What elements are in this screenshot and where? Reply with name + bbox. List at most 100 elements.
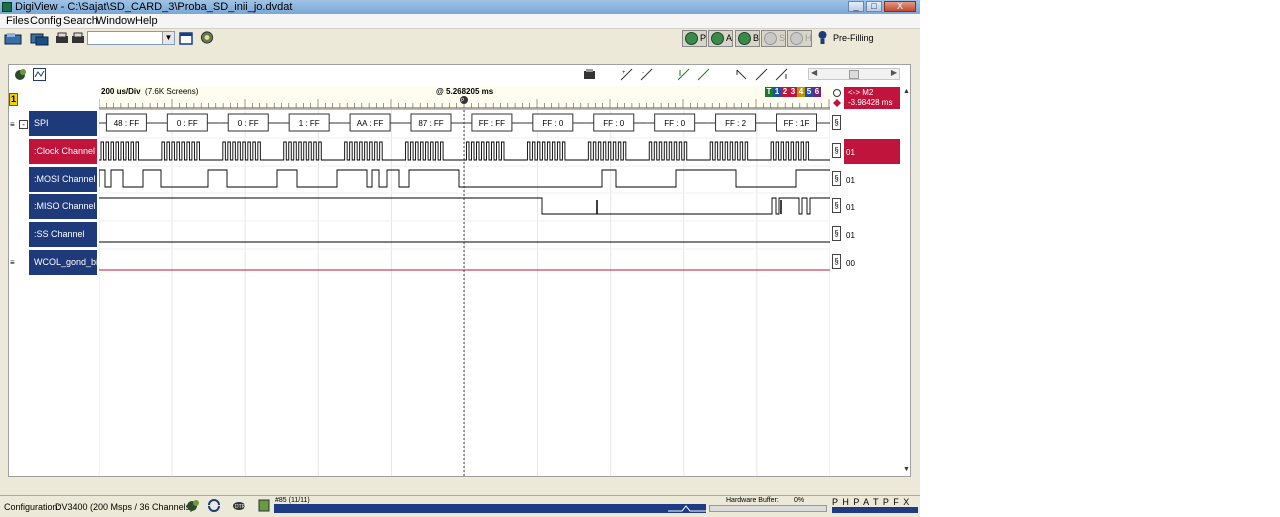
menu-config[interactable]: Config — [30, 15, 62, 27]
scroll-thumb[interactable] — [849, 70, 859, 79]
capture-progress-bar — [274, 504, 706, 513]
channel-label-wcol[interactable]: WCOL_gond_bit — [29, 250, 101, 275]
run-button-a[interactable]: A — [708, 30, 733, 47]
hardware-icon[interactable] — [186, 499, 200, 512]
value-clock: 01 — [844, 139, 900, 164]
play-icon — [764, 32, 777, 45]
marker-chip-1[interactable]: 1 — [773, 87, 781, 97]
value-wcol: 00 — [846, 259, 855, 268]
channel-handle-spi[interactable]: § — [832, 115, 841, 130]
title-bar[interactable]: DigiView - C:\Sajat\SD_CARD_3\Proba_SD_i… — [0, 0, 920, 14]
settings-gear-icon[interactable] — [196, 30, 218, 45]
marker-chip-4[interactable]: 4 — [797, 87, 805, 97]
window-title: DigiView - C:\Sajat\SD_CARD_3\Proba_SD_i… — [15, 1, 293, 13]
channel-handle-mosi[interactable]: § — [832, 171, 841, 186]
config-value: DV3400 (200 Msps / 36 Channels) — [55, 502, 194, 512]
spi-packet-label: 87 : FF — [418, 119, 443, 128]
waveform-display[interactable]: 48 : FF 0 : FF 0 : FF 1 : FF AA : FF 87 : FF F… — [99, 110, 830, 476]
maximize-button[interactable]: □ — [866, 1, 882, 12]
channel-label-spi[interactable]: SPI — [29, 111, 98, 136]
channel-label-miso[interactable]: :MISO Channel — [29, 194, 98, 219]
channel-handle-wcol[interactable]: § — [832, 254, 841, 269]
timeline-ruler[interactable]: 200 us/Div (7.6K Screens) @ 5.268205 ms … — [99, 86, 830, 110]
marker-chip-t[interactable]: T — [765, 87, 773, 97]
run-button-s[interactable]: S — [761, 30, 786, 47]
goto-end-icon[interactable] — [775, 68, 788, 81]
channel-label-clock[interactable]: :Clock Channel — [29, 139, 98, 164]
play-icon — [790, 32, 803, 45]
spi-packet-label: FF : FF — [479, 119, 505, 128]
menu-help[interactable]: Help — [135, 15, 158, 27]
scroll-down-icon[interactable]: ▼ — [903, 466, 910, 473]
spi-packet-label: FF : 0 — [603, 119, 624, 128]
waveform-view-icon[interactable] — [33, 68, 46, 81]
print-preview-icon[interactable] — [70, 31, 86, 46]
spi-packet-label: AA : FF — [357, 119, 384, 128]
refresh-icon[interactable] — [207, 499, 221, 512]
capture-icon[interactable] — [583, 68, 596, 81]
hardware-buffer-percent: 0% — [794, 497, 805, 504]
spi-expander-icon[interactable]: ≡ — [10, 120, 15, 129]
zoom-out-icon[interactable]: - — [640, 68, 653, 81]
status-flags-bar — [832, 507, 918, 513]
value-miso: 01 — [846, 203, 855, 212]
channel-setup-icon[interactable] — [14, 68, 27, 81]
channel-label-mosi[interactable]: :MOSI Channel — [29, 167, 98, 192]
svg-text:+: + — [622, 70, 626, 76]
spi-packet-label: 0 : FF — [177, 119, 198, 128]
close-button[interactable]: X — [884, 1, 916, 12]
svg-text:-: - — [642, 70, 644, 76]
screen-scrollbar[interactable]: ◀ ▶ — [808, 68, 900, 80]
digiview-window: DigiView - C:\Sajat\SD_CARD_3\Proba_SD_i… — [0, 0, 920, 517]
collapse-icon[interactable]: - — [19, 120, 28, 129]
menu-window[interactable]: Window — [96, 15, 135, 27]
goto-start-icon[interactable] — [735, 68, 748, 81]
scroll-left-icon[interactable]: ◀ — [811, 68, 817, 77]
status-flags: P H P A T P F X — [832, 497, 911, 507]
m2-readout: <-> M2 -3.98428 ms — [844, 87, 900, 109]
wcol-expander-icon[interactable]: ≡ — [10, 258, 15, 267]
app-icon — [2, 2, 12, 12]
save-file-icon[interactable] — [30, 31, 50, 46]
spi-packet-label: 48 : FF — [114, 119, 139, 128]
m2-label: <-> M2 — [848, 88, 874, 97]
marker-chip-5[interactable]: 5 — [805, 87, 813, 97]
spi-packet-label: FF : 2 — [725, 119, 746, 128]
window-icon[interactable] — [178, 31, 194, 46]
marker-percent-icon[interactable] — [697, 68, 710, 81]
scroll-up-icon[interactable]: ▲ — [903, 88, 910, 95]
scroll-right-icon[interactable]: ▶ — [891, 68, 897, 77]
run-button-label: H — [805, 33, 812, 43]
run-button-h[interactable]: H — [787, 30, 812, 47]
marker-chip-2[interactable]: 2 — [781, 87, 789, 97]
marker-chip-6[interactable]: 6 — [813, 87, 821, 97]
zoom-in-icon[interactable]: + — [620, 68, 633, 81]
channel-label-ss[interactable]: :SS Channel — [29, 222, 98, 247]
print-icon[interactable] — [54, 31, 70, 46]
progress-label: #85 (11/11) — [275, 497, 310, 504]
menu-files[interactable]: Files — [6, 15, 29, 27]
run-button-label: B — [753, 33, 760, 43]
chevron-down-icon[interactable]: ▼ — [162, 32, 174, 44]
channel-handle-ss[interactable]: § — [832, 226, 841, 241]
spi-packet-label: FF : 0 — [542, 119, 563, 128]
open-file-icon[interactable] — [4, 31, 24, 46]
notes-icon[interactable] — [257, 499, 271, 512]
toolbar-combo[interactable]: ▼ — [87, 31, 175, 45]
disk-icon[interactable]: DTR — [232, 499, 246, 512]
channel-handle-clock[interactable]: § — [832, 143, 841, 158]
goto-middle-icon[interactable] — [755, 68, 768, 81]
marker-arrows-icon[interactable] — [832, 88, 842, 108]
run-button-p[interactable]: P — [682, 30, 707, 47]
prefill-bulb-icon — [818, 31, 827, 44]
spi-packet-label: 0 : FF — [238, 119, 259, 128]
marker-tool-icon[interactable] — [677, 68, 690, 81]
spi-packet-label: FF : 1F — [784, 119, 810, 128]
ruler-ticks: P — [99, 96, 830, 109]
menu-search[interactable]: Search — [63, 15, 98, 27]
channel-handle-miso[interactable]: § — [832, 198, 841, 213]
value-mosi: 01 — [846, 176, 855, 185]
marker-chip-3[interactable]: 3 — [789, 87, 797, 97]
run-button-b[interactable]: B — [735, 30, 760, 47]
minimize-button[interactable]: _ — [848, 1, 864, 12]
